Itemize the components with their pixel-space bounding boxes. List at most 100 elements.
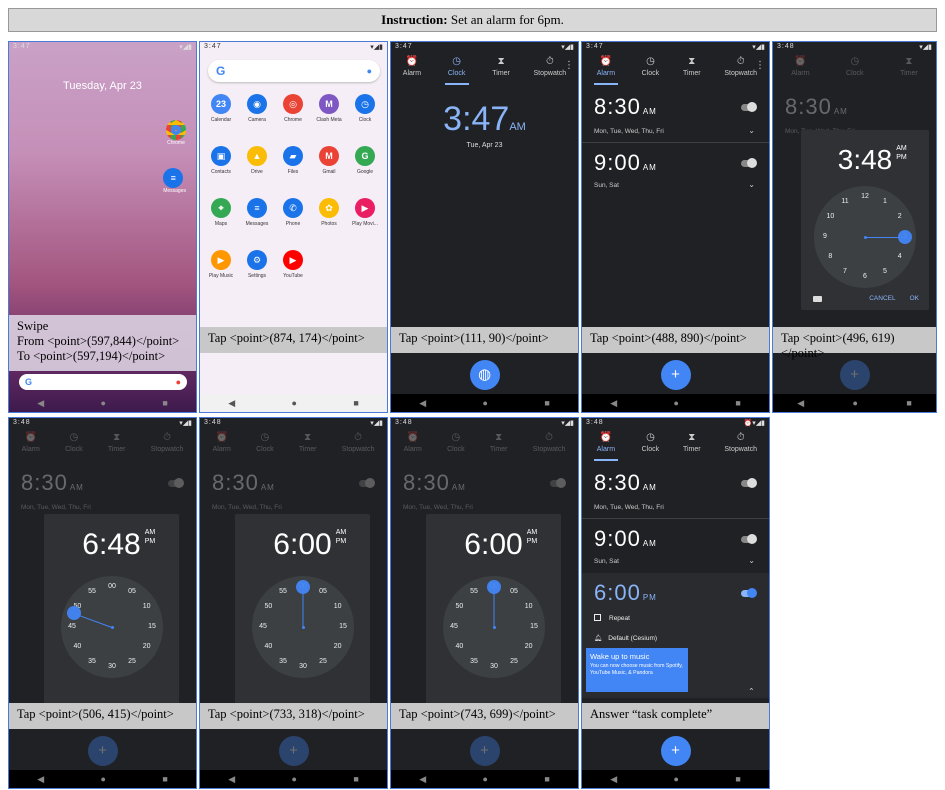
chevron-down-icon[interactable]: ⌄ bbox=[748, 556, 755, 565]
dial-number[interactable]: 2 bbox=[893, 213, 907, 220]
alarm-2-time[interactable]: 9:00 AM bbox=[594, 526, 657, 552]
dial-number[interactable]: 35 bbox=[467, 658, 481, 665]
home-icon[interactable]: ● bbox=[483, 774, 488, 784]
tab-clock[interactable]: ◷ Clock bbox=[65, 433, 83, 454]
overflow-menu-icon[interactable]: ⋮ bbox=[755, 60, 765, 71]
ok-button[interactable]: OK bbox=[910, 295, 919, 302]
tab-alarm[interactable]: ⏰ Alarm bbox=[213, 433, 231, 454]
app-clock[interactable]: ◷ Clock bbox=[350, 94, 380, 123]
recents-icon[interactable]: ■ bbox=[735, 774, 740, 784]
clock-face[interactable]: 121234567891011 bbox=[814, 186, 916, 288]
alarm-1-toggle[interactable] bbox=[741, 102, 757, 112]
dial-number[interactable]: 55 bbox=[276, 588, 290, 595]
clock-face[interactable]: 000510152025303540455055 bbox=[61, 576, 163, 678]
dial-number[interactable]: 10 bbox=[331, 603, 345, 610]
app-gmail[interactable]: M Gmail bbox=[314, 146, 344, 175]
google-search-bar[interactable]: G ● bbox=[19, 374, 187, 390]
dial-number[interactable]: 35 bbox=[276, 658, 290, 665]
dial-number[interactable]: 40 bbox=[261, 643, 275, 650]
app-youtube[interactable]: ▶ YouTube bbox=[278, 250, 308, 279]
recents-icon[interactable]: ■ bbox=[353, 398, 358, 408]
back-icon[interactable]: ◀ bbox=[419, 774, 426, 785]
add-alarm-button[interactable]: + bbox=[660, 360, 691, 390]
pm-option[interactable]: PM bbox=[527, 538, 538, 545]
dial-number[interactable]: 50 bbox=[261, 603, 275, 610]
tab-stopwatch[interactable]: ⏱ Stopwatch bbox=[724, 433, 757, 454]
dial-number[interactable]: 30 bbox=[296, 663, 310, 670]
tab-stopwatch[interactable]: ⏱ Stopwatch bbox=[151, 433, 184, 454]
alarm-2-toggle[interactable] bbox=[741, 158, 757, 168]
hand-selector[interactable] bbox=[898, 230, 912, 244]
app-phone[interactable]: ✆ Phone bbox=[278, 198, 308, 227]
chevron-down-icon[interactable]: ⌄ bbox=[748, 180, 755, 189]
tab-stopwatch[interactable]: ⏱ Stopwatch bbox=[534, 57, 567, 78]
tab-clock[interactable]: ◷ Clock bbox=[444, 57, 469, 85]
dial-number[interactable]: 20 bbox=[140, 643, 154, 650]
tab-clock[interactable]: ◷ Clock bbox=[447, 433, 465, 454]
am-option[interactable]: AM bbox=[896, 145, 907, 152]
app-files[interactable]: ▰ Files bbox=[278, 146, 308, 175]
pm-option[interactable]: PM bbox=[145, 538, 156, 545]
checkbox[interactable] bbox=[594, 614, 601, 621]
pm-option[interactable]: PM bbox=[896, 154, 907, 161]
dial-number[interactable]: 00 bbox=[105, 583, 119, 590]
app-play-music[interactable]: ▶ Play Music bbox=[206, 250, 236, 279]
hand-selector[interactable] bbox=[487, 580, 501, 594]
app-messages[interactable]: ≡ Messages bbox=[242, 198, 272, 227]
home-icon[interactable]: ● bbox=[483, 398, 488, 408]
tab-stopwatch[interactable]: ⏱ Stopwatch bbox=[724, 57, 757, 78]
dial-number[interactable]: 05 bbox=[316, 588, 330, 595]
dial-number[interactable]: 30 bbox=[105, 663, 119, 670]
dial-number[interactable]: 7 bbox=[838, 268, 852, 275]
tab-timer[interactable]: ⧗ Timer bbox=[299, 433, 317, 454]
dial-number[interactable]: 6 bbox=[858, 273, 872, 280]
music-tip-popup[interactable]: Wake up to music You can now choose musi… bbox=[586, 648, 688, 692]
hand-selector[interactable] bbox=[296, 580, 310, 594]
tab-timer[interactable]: ⧗ Timer bbox=[490, 433, 508, 454]
tab-timer[interactable]: ⧗ Timer bbox=[900, 57, 918, 78]
pm-option[interactable]: PM bbox=[336, 538, 347, 545]
tab-clock[interactable]: ◷ Clock bbox=[846, 57, 864, 78]
app-play-movi-[interactable]: ▶ Play Movi... bbox=[350, 198, 380, 227]
tab-clock[interactable]: ◷ Clock bbox=[642, 433, 660, 454]
alarm-1-toggle[interactable] bbox=[741, 478, 757, 488]
app-maps[interactable]: ⌖ Maps bbox=[206, 198, 236, 227]
dial-number[interactable]: 45 bbox=[65, 623, 79, 630]
tab-alarm[interactable]: ⏰ Alarm bbox=[593, 433, 618, 461]
dial-number[interactable]: 45 bbox=[447, 623, 461, 630]
repeat-row[interactable]: Repeat bbox=[594, 614, 630, 622]
dial-number[interactable]: 50 bbox=[452, 603, 466, 610]
back-icon[interactable]: ◀ bbox=[228, 774, 235, 785]
tab-alarm[interactable]: ⏰ Alarm bbox=[791, 57, 809, 78]
back-icon[interactable]: ◀ bbox=[419, 398, 426, 409]
home-icon[interactable]: ● bbox=[101, 398, 106, 408]
home-icon[interactable]: ● bbox=[853, 398, 858, 408]
home-messages-app[interactable]: ≡ Messages bbox=[163, 168, 186, 194]
add-alarm-button[interactable]: + bbox=[660, 736, 691, 766]
app-chrome[interactable]: ◎ Chrome bbox=[278, 94, 308, 123]
dial-number[interactable]: 20 bbox=[522, 643, 536, 650]
recents-icon[interactable]: ■ bbox=[162, 398, 167, 408]
hand-selector[interactable] bbox=[67, 606, 82, 621]
app-camera[interactable]: ◉ Camera bbox=[242, 94, 272, 123]
dial-number[interactable]: 1 bbox=[878, 198, 892, 205]
tab-alarm[interactable]: ⏰ Alarm bbox=[593, 57, 618, 85]
overflow-menu-icon[interactable]: ⋮ bbox=[564, 60, 574, 71]
alarm-3-toggle[interactable] bbox=[741, 588, 757, 598]
recents-icon[interactable]: ■ bbox=[735, 398, 740, 408]
keyboard-icon[interactable] bbox=[813, 296, 822, 302]
dial-number[interactable]: 25 bbox=[316, 658, 330, 665]
dial-number[interactable]: 15 bbox=[527, 623, 541, 630]
tab-alarm[interactable]: ⏰ Alarm bbox=[403, 57, 421, 78]
back-icon[interactable]: ◀ bbox=[610, 398, 617, 409]
app-calendar[interactable]: 23 Calendar bbox=[206, 94, 236, 123]
home-chrome-app[interactable]: Chrome bbox=[166, 120, 186, 146]
dial-number[interactable]: 10 bbox=[522, 603, 536, 610]
alarm-2-toggle[interactable] bbox=[741, 534, 757, 544]
cancel-button[interactable]: CANCEL bbox=[869, 295, 895, 302]
app-photos[interactable]: ✿ Photos bbox=[314, 198, 344, 227]
app-drive[interactable]: ▲ Drive bbox=[242, 146, 272, 175]
dial-number[interactable]: 55 bbox=[467, 588, 481, 595]
dial-number[interactable]: 40 bbox=[452, 643, 466, 650]
home-icon[interactable]: ● bbox=[674, 398, 679, 408]
